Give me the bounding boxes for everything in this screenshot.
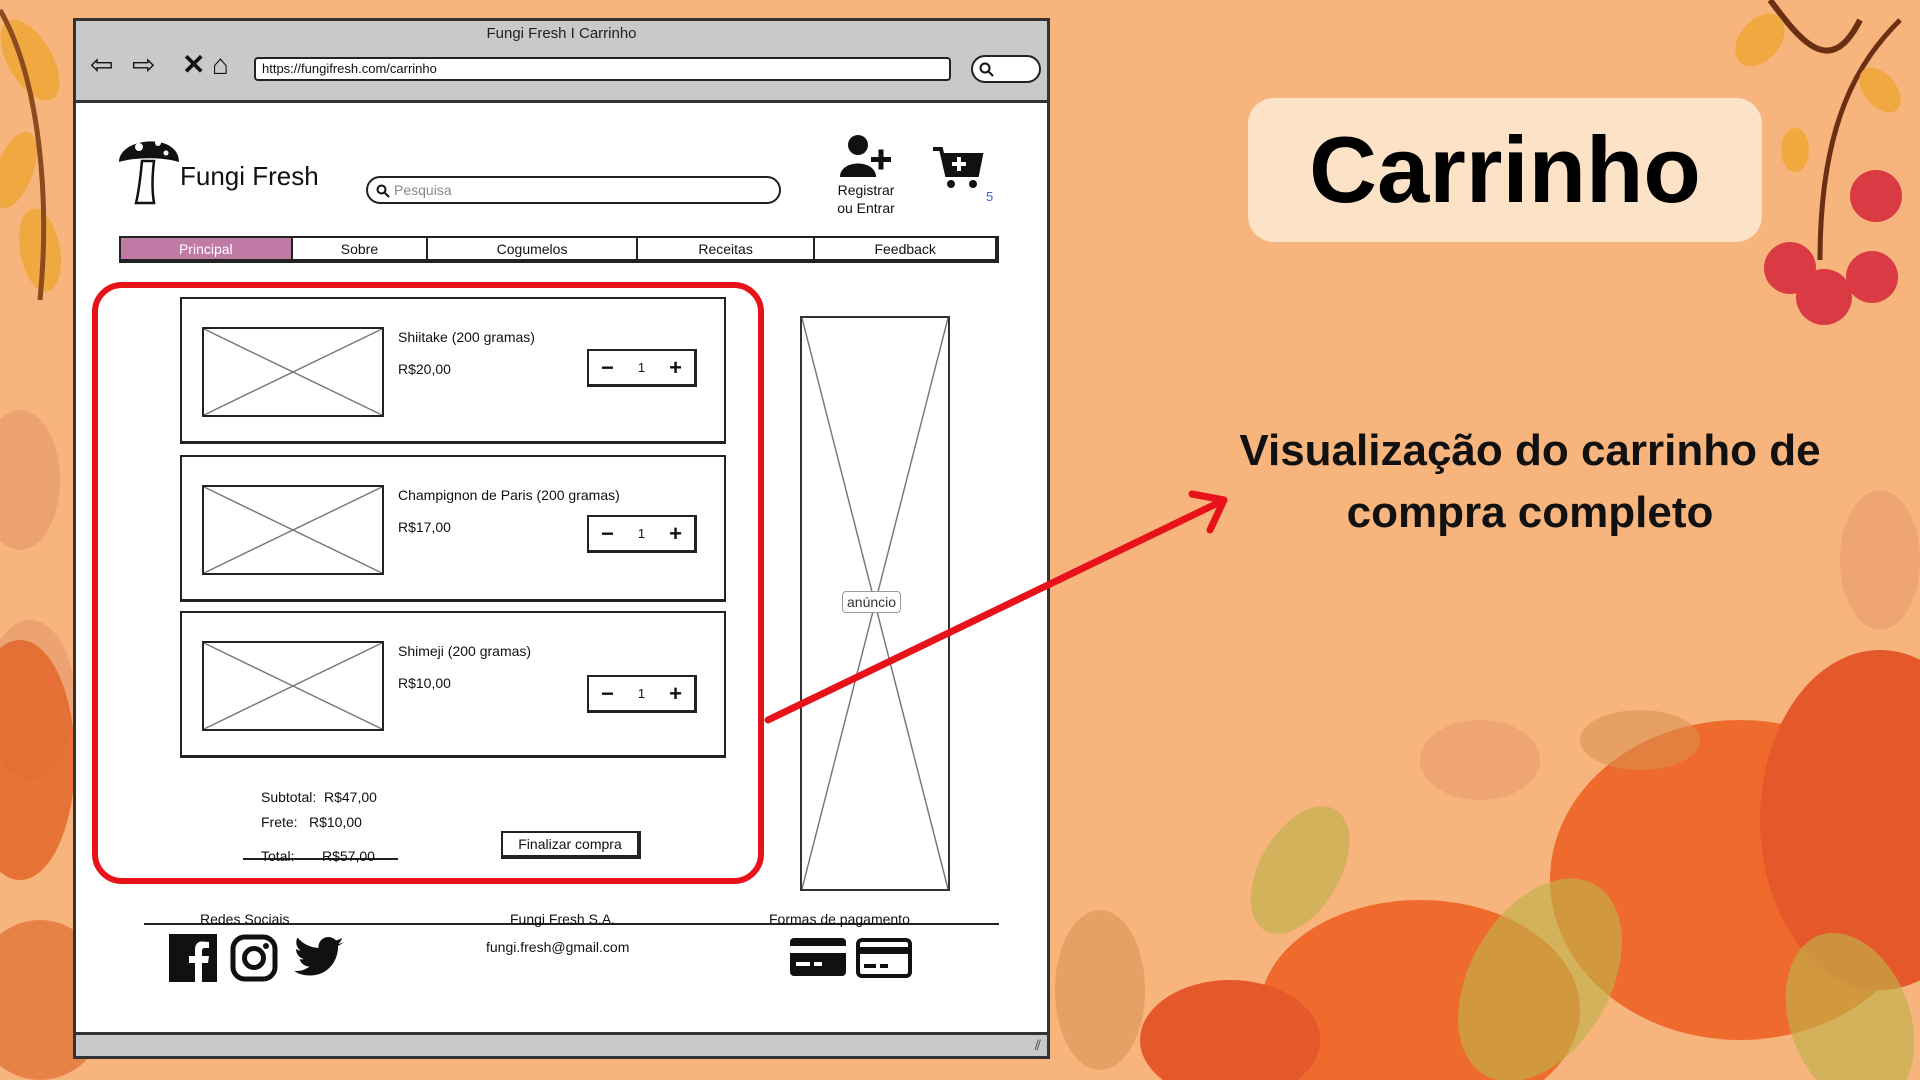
- twitter-icon[interactable]: [293, 936, 345, 980]
- brand-name[interactable]: Fungi Fresh: [180, 161, 319, 192]
- debit-card-icon: [856, 938, 912, 978]
- browser-toolbar: Fungi Fresh I Carrinho ⇦ ⇨ ✕ ⌂ https://f…: [76, 21, 1047, 103]
- back-icon[interactable]: ⇦: [90, 47, 113, 83]
- browser-status-bar: ⫽: [76, 1032, 1047, 1056]
- social-title: Redes Sociais: [200, 911, 290, 927]
- search-placeholder: Pesquisa: [394, 182, 452, 198]
- cart-count-badge: 5: [986, 189, 994, 204]
- mushroom-logo-icon: [119, 140, 179, 205]
- tab-feedback[interactable]: Feedback: [815, 238, 995, 259]
- add-user-icon[interactable]: [838, 133, 894, 179]
- tab-principal[interactable]: Principal: [121, 238, 293, 259]
- url-bar[interactable]: https://fungifresh.com/carrinho: [254, 57, 951, 81]
- credit-card-icon: [790, 938, 846, 976]
- facebook-icon[interactable]: [169, 934, 217, 982]
- tab-cogumelos[interactable]: Cogumelos: [428, 238, 638, 259]
- tab-sobre[interactable]: Sobre: [293, 238, 429, 259]
- cart-icon[interactable]: [931, 143, 985, 191]
- close-icon[interactable]: ✕: [182, 47, 205, 83]
- home-icon[interactable]: ⌂: [212, 47, 229, 83]
- annotation-arrow: [764, 490, 1228, 724]
- instagram-icon[interactable]: [230, 934, 278, 982]
- window-title: Fungi Fresh I Carrinho: [486, 25, 637, 42]
- slide-title-card: Carrinho: [1248, 98, 1762, 242]
- payment-title: Formas de pagamento: [769, 911, 910, 927]
- tab-receitas[interactable]: Receitas: [638, 238, 816, 259]
- slide-title: Carrinho: [1309, 117, 1701, 222]
- search-icon: [979, 62, 994, 77]
- company-name: Fungi Fresh S.A.: [510, 911, 616, 927]
- login-register-link[interactable]: Registrar ou Entrar: [816, 181, 916, 217]
- search-input[interactable]: Pesquisa: [366, 176, 781, 204]
- forward-icon[interactable]: ⇨: [132, 47, 155, 83]
- cart-highlight-box: [92, 282, 764, 884]
- main-navigation: Principal Sobre Cogumelos Receitas Feedb…: [119, 236, 999, 263]
- search-icon: [376, 184, 390, 198]
- company-email[interactable]: fungi.fresh@gmail.com: [486, 939, 629, 955]
- resize-handle-icon[interactable]: ⫽: [1035, 1037, 1041, 1054]
- slide-description: Visualização do carrinho de compra compl…: [1239, 426, 1821, 537]
- browser-search-button[interactable]: [971, 55, 1041, 83]
